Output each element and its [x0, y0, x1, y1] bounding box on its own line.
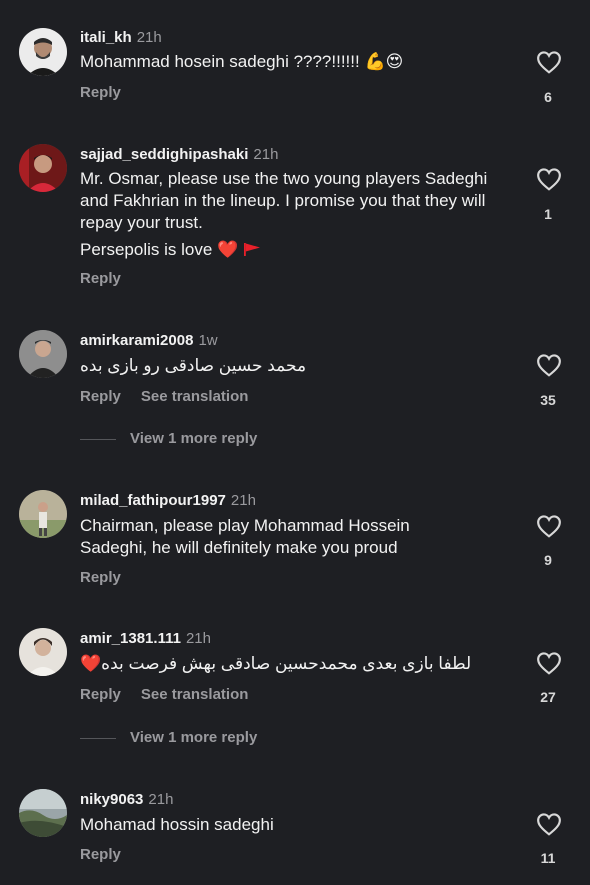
timestamp: 21h — [253, 146, 279, 163]
like-count: 1 — [544, 206, 552, 222]
view-more-label: View 1 more reply — [130, 430, 258, 447]
comment-text-block: Mr. Osmar, please use the two young play… — [80, 168, 490, 261]
username[interactable]: amir_1381.111 — [80, 630, 181, 647]
thread-divider — [80, 438, 116, 440]
comment-text: Chairman, please play Mohammad Hossein S… — [80, 516, 410, 557]
comment-text: Mohammad hosein sadeghi ????!!!!!! 💪😍 — [80, 52, 404, 71]
avatar[interactable] — [19, 789, 67, 837]
thread-divider — [80, 737, 116, 739]
see-translation-button[interactable]: See translation — [141, 388, 249, 405]
heart-outline-icon[interactable] — [536, 353, 562, 377]
username[interactable]: niky9063 — [80, 791, 143, 808]
username[interactable]: amirkarami2008 — [80, 332, 193, 349]
like-count: 9 — [544, 552, 552, 568]
reply-button[interactable]: Reply — [80, 84, 121, 101]
timestamp: 21h — [136, 29, 162, 46]
comment-text: لطفا بازی بعدی محمدحسین صادقی بهش فرصت ب… — [80, 654, 472, 673]
reply-button[interactable]: Reply — [80, 846, 121, 863]
avatar[interactable] — [19, 144, 67, 192]
comment-text: Mohamad hossin sadeghi — [80, 815, 274, 834]
reply-button[interactable]: Reply — [80, 569, 121, 586]
timestamp: 1w — [198, 332, 218, 349]
username[interactable]: milad_fathipour1997 — [80, 492, 226, 509]
comment-text: Mr. Osmar, please use the two young play… — [80, 169, 488, 232]
comment-text-2: Persepolis is love ❤️ — [80, 240, 239, 259]
avatar[interactable] — [19, 490, 67, 538]
view-more-replies[interactable]: View 1 more reply — [80, 430, 257, 447]
username[interactable]: sajjad_seddighipashaki — [80, 146, 248, 163]
heart-outline-icon[interactable] — [536, 812, 562, 836]
like-count: 35 — [540, 392, 556, 408]
comment-text: محمد حسین صادقی رو بازی بده — [80, 356, 307, 375]
heart-outline-icon[interactable] — [536, 50, 562, 74]
heart-outline-icon[interactable] — [536, 514, 562, 538]
red-flag-icon — [243, 243, 260, 256]
timestamp: 21h — [148, 791, 174, 808]
like-count: 6 — [544, 89, 552, 105]
avatar[interactable] — [19, 28, 67, 76]
heart-outline-icon[interactable] — [536, 651, 562, 675]
reply-button[interactable]: Reply — [80, 270, 121, 287]
like-count: 27 — [540, 689, 556, 705]
like-count: 11 — [540, 850, 556, 866]
heart-outline-icon[interactable] — [536, 167, 562, 191]
view-more-replies[interactable]: View 1 more reply — [80, 729, 257, 746]
reply-button[interactable]: Reply — [80, 388, 121, 405]
view-more-label: View 1 more reply — [130, 729, 258, 746]
see-translation-button[interactable]: See translation — [141, 686, 249, 703]
avatar[interactable] — [19, 330, 67, 378]
username[interactable]: itali_kh — [80, 29, 132, 46]
avatar[interactable] — [19, 628, 67, 676]
comment-text-extra: Persepolis is love ❤️ — [80, 239, 490, 261]
reply-button[interactable]: Reply — [80, 686, 121, 703]
timestamp: 21h — [230, 492, 256, 509]
timestamp: 21h — [185, 630, 211, 647]
